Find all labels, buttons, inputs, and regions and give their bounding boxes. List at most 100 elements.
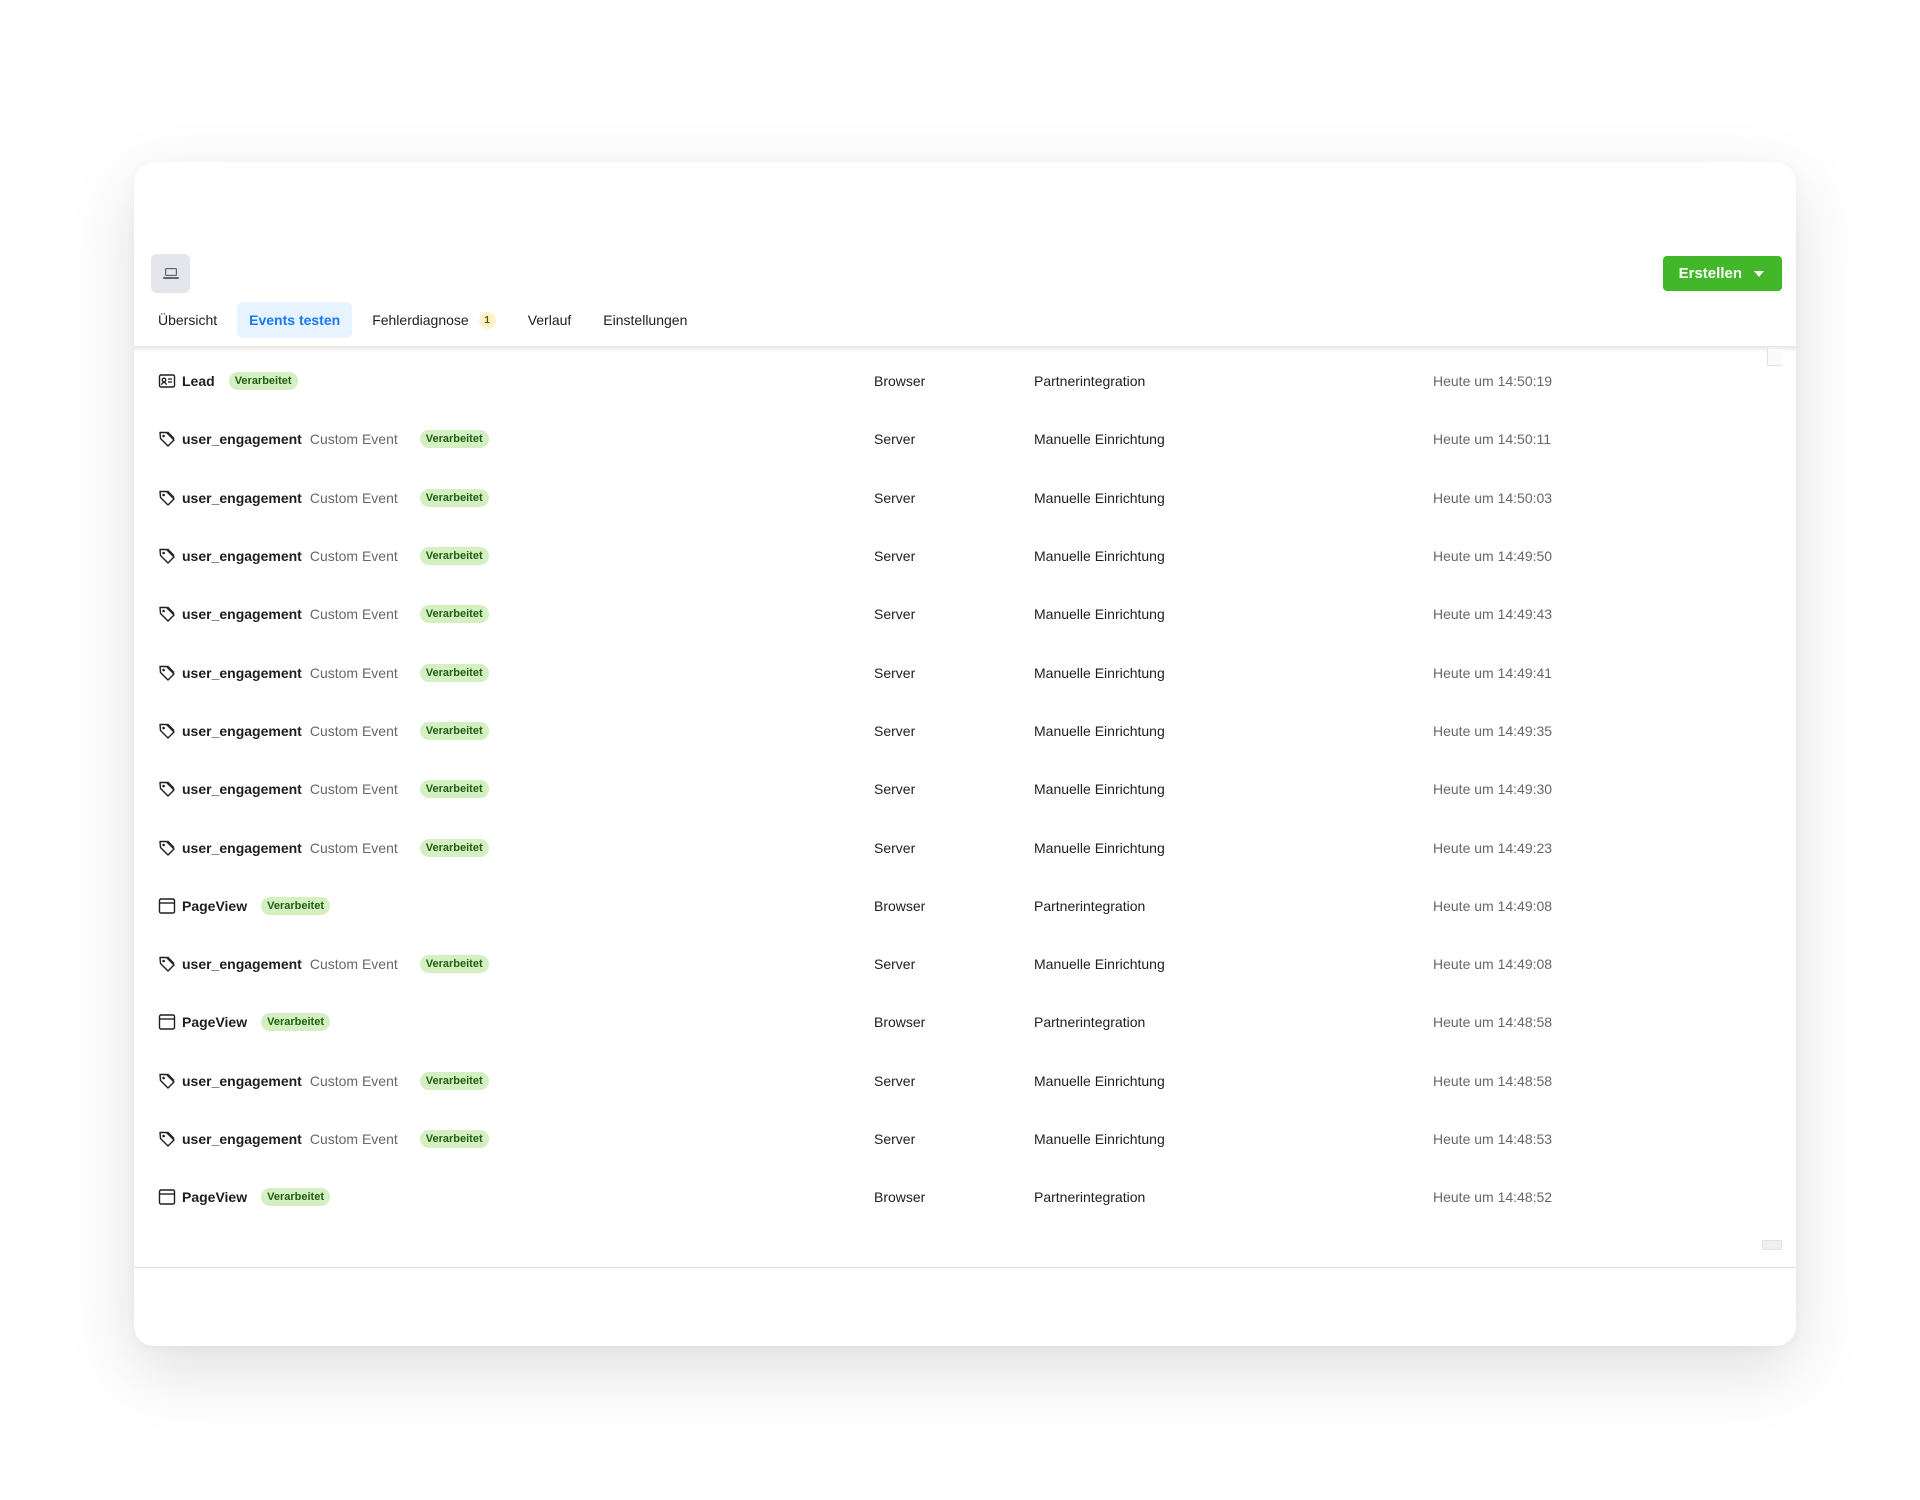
event-setup-method: Partnerintegration — [1034, 1189, 1146, 1206]
caret-down-icon — [1754, 270, 1764, 277]
tag-icon — [159, 839, 175, 856]
status-badge: Verarbeitet — [419, 663, 489, 682]
event-type: Custom Event — [309, 722, 398, 739]
event-timestamp: Heute um 14:50:11 — [1433, 431, 1552, 448]
event-name-group: Lead Verarbeitet — [182, 372, 298, 391]
tab-label: Verlauf — [527, 312, 572, 328]
tab-test-events[interactable]: Events testen — [237, 302, 353, 338]
event-timestamp: Heute um 14:49:43 — [1433, 606, 1553, 623]
create-button[interactable]: Erstellen — [1662, 256, 1782, 291]
tab-history[interactable]: Verlauf — [516, 302, 584, 338]
event-name: user_engagement — [182, 1131, 302, 1147]
event-setup-method: Manuelle Einrichtung — [1034, 489, 1165, 506]
event-name-group: user_engagement Custom Event Verarbeitet — [182, 1071, 489, 1090]
event-row[interactable]: user_engagement Custom Event Verarbeitet Se… — [134, 818, 1796, 876]
event-type: Custom Event — [309, 956, 398, 973]
create-button-label: Erstellen — [1678, 265, 1742, 282]
event-setup-method: Manuelle Einrichtung — [1034, 548, 1165, 565]
event-row[interactable]: PageView Verarbeitet Browser Partnerintegra… — [134, 993, 1796, 1051]
event-setup-method: Manuelle Einrichtung — [1034, 1131, 1165, 1147]
event-source: Server — [874, 489, 916, 506]
event-timestamp: Heute um 14:49:30 — [1433, 781, 1553, 798]
event-row[interactable]: user_engagement Custom Event Verarbeitet Se… — [134, 760, 1796, 818]
status-badge: Verarbeitet — [419, 1071, 489, 1090]
event-name: user_engagement — [182, 431, 302, 448]
event-name-group: user_engagement Custom Event Verarbeitet — [182, 430, 489, 449]
event-name-group: user_engagement Custom Event Verarbeitet — [182, 488, 489, 507]
event-row[interactable]: PageView Verarbeitet Browser Partnerintegra… — [134, 1168, 1796, 1226]
event-name: user_engagement — [182, 1072, 302, 1089]
tab-label: Fehlerdiagnose — [372, 312, 469, 328]
event-setup-method: Manuelle Einrichtung — [1034, 664, 1165, 681]
status-badge: Verarbeitet — [419, 605, 489, 624]
event-source: Server — [874, 431, 916, 448]
event-name: user_engagement — [182, 956, 302, 973]
event-name-group: user_engagement Custom Event Verarbeitet — [182, 605, 489, 624]
event-timestamp: Heute um 14:50:19 — [1433, 373, 1553, 390]
event-row[interactable]: Lead Verarbeitet Browser Partnerintegration… — [134, 352, 1796, 410]
event-setup-method: Manuelle Einrichtung — [1034, 1072, 1165, 1089]
event-source: Browser — [874, 1189, 926, 1206]
event-row[interactable]: user_engagement Custom Event Verarbeitet Se… — [134, 410, 1796, 468]
status-badge: Verarbeitet — [419, 488, 489, 507]
tab-settings[interactable]: Einstellungen — [591, 302, 699, 338]
event-row[interactable]: user_engagement Custom Event Verarbeitet Se… — [134, 469, 1796, 527]
event-source: Server — [874, 664, 916, 681]
event-setup-method: Manuelle Einrichtung — [1034, 606, 1165, 623]
event-name: user_engagement — [182, 839, 302, 856]
tab-overview[interactable]: Übersicht — [146, 302, 229, 338]
event-row[interactable]: user_engagement Custom Event Verarbeitet Se… — [134, 1110, 1796, 1168]
event-source: Server — [874, 839, 916, 856]
footer-divider — [134, 1267, 1796, 1268]
event-timestamp: Heute um 14:48:58 — [1433, 1072, 1553, 1089]
event-type: Custom Event — [309, 1072, 398, 1089]
event-name: PageView — [182, 1014, 248, 1031]
events-manager-panel: Erstellen Übersicht Events testen Fehler… — [134, 162, 1796, 1346]
tab-diagnostics[interactable]: Fehlerdiagnose 1 — [360, 302, 508, 338]
event-name: PageView — [182, 897, 248, 914]
event-name-group: PageView Verarbeitet — [182, 1013, 330, 1032]
event-source: Server — [874, 781, 916, 798]
status-badge: Verarbeitet — [419, 780, 489, 799]
event-timestamp: Heute um 14:49:08 — [1433, 897, 1553, 914]
browser-window-icon — [158, 1014, 176, 1031]
tag-icon — [159, 956, 175, 972]
event-timestamp: Heute um 14:49:35 — [1433, 722, 1553, 739]
browser-window-icon — [158, 1189, 176, 1205]
event-type: Custom Event — [309, 1131, 398, 1147]
event-timestamp: Heute um 14:50:03 — [1433, 489, 1553, 506]
event-name: user_engagement — [182, 548, 302, 565]
event-row[interactable]: user_engagement Custom Event Verarbeitet Se… — [134, 643, 1796, 701]
event-row[interactable]: user_engagement Custom Event Verarbeitet Se… — [134, 1052, 1796, 1110]
event-name-group: user_engagement Custom Event Verarbeitet — [182, 721, 489, 740]
event-row[interactable]: user_engagement Custom Event Verarbeitet Se… — [134, 702, 1796, 760]
status-badge: Verarbeitet — [228, 372, 298, 391]
event-row[interactable]: user_engagement Custom Event Verarbeitet Se… — [134, 527, 1796, 585]
event-name: user_engagement — [182, 606, 302, 623]
event-name: Lead — [182, 373, 215, 390]
event-type: Custom Event — [309, 664, 398, 681]
event-source: Server — [874, 606, 916, 623]
event-setup-method: Partnerintegration — [1034, 897, 1146, 914]
event-type: Custom Event — [309, 606, 398, 623]
device-toggle-button[interactable] — [151, 254, 190, 293]
event-source: Server — [874, 956, 916, 973]
tab-label: Einstellungen — [603, 312, 688, 328]
scrollbar-bottom[interactable] — [1762, 1240, 1782, 1250]
status-badge: Verarbeitet — [419, 430, 489, 449]
tag-icon — [159, 723, 175, 739]
tag-icon — [159, 665, 175, 681]
event-type: Custom Event — [309, 548, 398, 565]
event-name-group: PageView Verarbeitet — [182, 1188, 330, 1207]
tag-icon — [159, 431, 175, 448]
status-badge: Verarbeitet — [419, 721, 489, 740]
event-type: Custom Event — [309, 489, 398, 506]
browser-window-icon — [158, 898, 176, 914]
event-row[interactable]: user_engagement Custom Event Verarbeitet Se… — [134, 935, 1796, 993]
event-name-group: user_engagement Custom Event Verarbeitet — [182, 838, 489, 857]
tab-bar: Übersicht Events testen Fehlerdiagnose 1… — [146, 302, 699, 338]
event-row[interactable]: PageView Verarbeitet Browser Partnerintegra… — [134, 877, 1796, 935]
event-timestamp: Heute um 14:48:58 — [1433, 1014, 1553, 1031]
tag-icon — [159, 548, 175, 564]
event-row[interactable]: user_engagement Custom Event Verarbeitet Se… — [134, 585, 1796, 643]
